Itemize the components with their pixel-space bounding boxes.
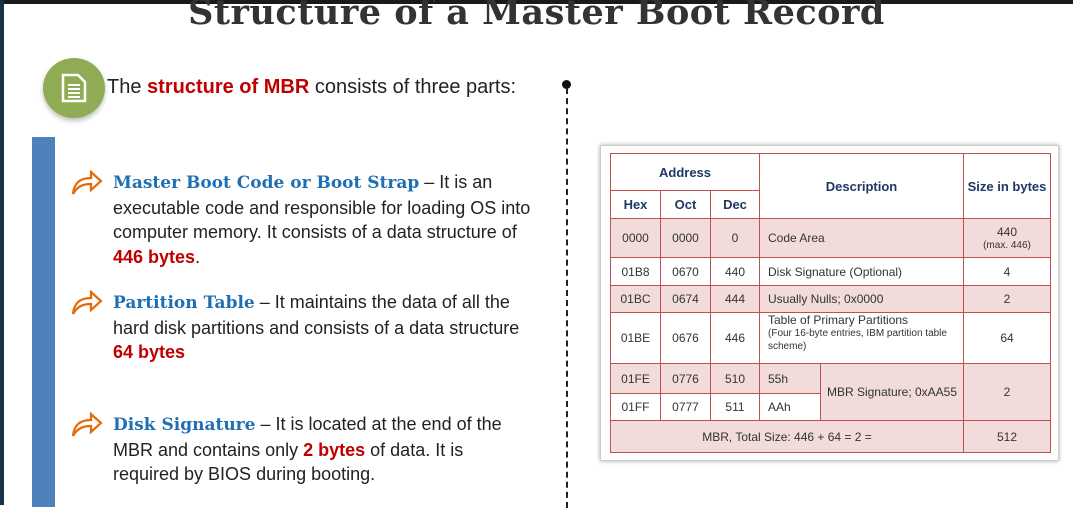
cell-oct: 0676 xyxy=(660,312,711,364)
cell-oct: 0777 xyxy=(660,393,711,421)
cell-dec: 440 xyxy=(710,257,760,286)
cell-oct: 0776 xyxy=(660,363,711,394)
cell-size: 440 (max. 446) xyxy=(963,218,1051,258)
cell-description: Usually Nulls; 0x0000 xyxy=(759,285,964,313)
left-edge xyxy=(0,0,4,505)
cell-hex: 01BE xyxy=(610,312,661,364)
header-oct: Oct xyxy=(660,190,711,219)
cell-size-text: 440 xyxy=(996,224,1018,239)
cell-oct: 0674 xyxy=(660,285,711,313)
intro-pre: The xyxy=(107,76,148,98)
arrow-icon xyxy=(71,289,103,315)
cell-hex: 01FE xyxy=(610,363,661,394)
intro-text: The structure of MBR consists of three p… xyxy=(107,76,516,99)
intro-post: consists of three parts: xyxy=(309,76,517,98)
header-hex: Hex xyxy=(610,190,661,219)
bullet-heading: Disk Signature xyxy=(113,415,256,435)
cell-dec: 444 xyxy=(710,285,760,313)
arrow-icon xyxy=(71,169,103,195)
header-address: Address xyxy=(610,153,760,191)
cell-description: 55h xyxy=(759,363,821,394)
cell-dec: 0 xyxy=(710,218,760,258)
cell-oct: 0670 xyxy=(660,257,711,286)
cell-signature: MBR Signature; 0xAA55 xyxy=(820,363,964,421)
accent-bar xyxy=(32,137,55,507)
cell-description: AAh xyxy=(759,393,821,421)
cell-total-label: MBR, Total Size: 446 + 64 = 2 = xyxy=(610,420,964,453)
cell-description: Table of Primary Partitions (Four 16-byte… xyxy=(759,312,964,364)
cell-size: 4 xyxy=(963,257,1051,286)
cell-hex: 01B8 xyxy=(610,257,661,286)
header-size: Size in bytes xyxy=(963,153,1051,219)
intro-highlight: structure of MBR xyxy=(147,76,310,98)
bullet-partition-table: Partition Table – It maintains the data … xyxy=(113,290,533,365)
slide-title: Structure of a Master Boot Record xyxy=(188,0,885,33)
cell-dec: 510 xyxy=(710,363,760,394)
document-icon xyxy=(43,58,105,118)
bullet-heading: Master Boot Code or Boot Strap xyxy=(113,173,420,193)
arrow-icon xyxy=(71,411,103,437)
header-description: Description xyxy=(759,153,964,219)
cell-dec: 446 xyxy=(710,312,760,364)
cell-size: 2 xyxy=(963,285,1051,313)
cell-size-note: (max. 446) xyxy=(983,239,1031,251)
bullet-bold: 446 bytes xyxy=(113,246,196,267)
bullet-bold: 2 bytes xyxy=(303,439,366,460)
cell-dec: 511 xyxy=(710,393,760,421)
header-dec: Dec xyxy=(710,190,760,219)
cell-hex: 01BC xyxy=(610,285,661,313)
bullet-bold: 64 bytes xyxy=(113,342,186,362)
cell-total: 512 xyxy=(963,420,1051,453)
cell-oct: 0000 xyxy=(660,218,711,258)
bullet-disk-signature: Disk Signature – It is located at the en… xyxy=(113,412,533,487)
cell-description: Code Area xyxy=(759,218,964,258)
bullet-master-boot-code: Master Boot Code or Boot Strap – It is a… xyxy=(113,170,533,269)
dashed-divider xyxy=(566,88,568,508)
cell-description-note: (Four 16-byte entries, IBM partition tab… xyxy=(768,328,947,352)
cell-description: Disk Signature (Optional) xyxy=(759,257,964,286)
cell-hex: 0000 xyxy=(610,218,661,258)
bullet-text-end: . xyxy=(195,246,201,267)
cell-signature-size: 2 xyxy=(963,363,1051,421)
cell-size: 64 xyxy=(963,312,1051,364)
cell-hex: 01FF xyxy=(610,393,661,421)
cell-description-text: Table of Primary Partitions xyxy=(768,313,909,327)
bullet-heading: Partition Table xyxy=(113,293,255,313)
